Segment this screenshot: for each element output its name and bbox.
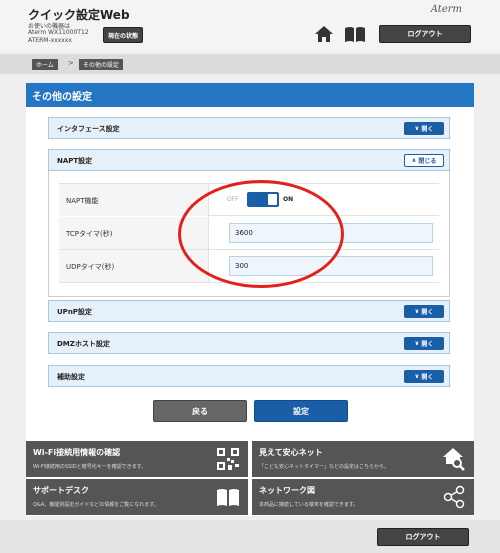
current-status-button[interactable]: 現在の状態 (103, 27, 143, 43)
home-icon[interactable] (314, 25, 334, 43)
open-upnp-button[interactable]: ∨ 開く (404, 305, 444, 318)
highlight-circle (178, 180, 344, 288)
udp-timer-label: UDPタイマ(秒) (66, 263, 115, 271)
chevron-up-icon: ∧ (411, 157, 417, 164)
home-search-icon (443, 448, 465, 471)
device-model: Aterm WX11000T12 (28, 29, 89, 36)
open-book-icon (217, 489, 239, 506)
section-aux-settings: 補助設定 ∨ 開く (48, 365, 450, 387)
section-label: インタフェース設定 (57, 125, 120, 133)
close-napt-button[interactable]: ∧ 閉じる (404, 154, 444, 167)
button-label: 開く (421, 341, 434, 348)
tile-desc: 「こども安心ネットタイマー」などの設定はこちらから。 (259, 464, 390, 470)
open-aux-button[interactable]: ∨ 開く (404, 370, 444, 383)
tile-title: Wi-Fi接続用情報の確認 (33, 448, 121, 457)
section-dmz-settings: DMZホスト設定 ∨ 開く (48, 332, 450, 354)
open-interface-button[interactable]: ∨ 開く (404, 122, 444, 135)
submit-button[interactable]: 設定 (254, 400, 348, 422)
breadcrumb-current: その他の設定 (79, 59, 124, 70)
tile-desc: Wi-Fi接続用のSSIDと暗号化キーを確認できます。 (33, 464, 147, 470)
tile-title: 見えて安心ネット (259, 448, 323, 457)
tile-mimamori-net[interactable]: 見えて安心ネット 「こども安心ネットタイマー」などの設定はこちらから。 (252, 441, 474, 477)
device-id: ATERM-xxxxxx (28, 37, 72, 44)
button-label: 開く (421, 374, 434, 381)
network-share-icon (443, 485, 465, 509)
tile-desc: Q&A、機能別設定ガイドなどの情報をご覧になれます。 (33, 502, 159, 508)
section-label: NAPT設定 (57, 157, 93, 165)
brand-logo: Aterm (430, 4, 462, 15)
qr-code-icon (217, 448, 239, 470)
open-dmz-button[interactable]: ∨ 開く (404, 337, 444, 350)
section-label: 補助設定 (57, 373, 85, 381)
tile-support-desk[interactable]: サポートデスク Q&A、機能別設定ガイドなどの情報をご覧になれます。 (26, 479, 248, 515)
tile-wifi-info[interactable]: Wi-Fi接続用情報の確認 Wi-Fi接続用のSSIDと暗号化キーを確認できます… (26, 441, 248, 477)
section-napt-settings: NAPT設定 ∧ 閉じる (48, 149, 450, 171)
back-button[interactable]: 戻る (153, 400, 247, 422)
page-title: その他の設定 (26, 83, 474, 107)
breadcrumb: ホーム > その他の設定 (0, 54, 500, 74)
button-label: 開く (421, 309, 434, 316)
breadcrumb-separator: > (68, 59, 74, 67)
footer: ログアウト (0, 520, 500, 553)
manual-book-icon[interactable] (344, 25, 366, 43)
button-label: 閉じる (418, 158, 437, 165)
footer-logout-button[interactable]: ログアウト (377, 528, 469, 546)
tile-desc: 本商品に接続している端末を確認できます。 (259, 502, 359, 508)
napt-function-label: NAPT機能 (66, 197, 99, 205)
tcp-timer-label: TCPタイマ(秒) (66, 230, 113, 238)
section-label: DMZホスト設定 (57, 340, 110, 348)
tile-network-map[interactable]: ネットワーク図 本商品に接続している端末を確認できます。 (252, 479, 474, 515)
section-label: UPnP設定 (57, 308, 92, 316)
chevron-down-icon: ∨ (414, 373, 420, 380)
chevron-down-icon: ∨ (414, 340, 420, 347)
header: クイック設定Web お使いの機器は Aterm WX11000T12 ATERM… (0, 0, 500, 52)
logout-button[interactable]: ログアウト (379, 25, 471, 43)
chevron-down-icon: ∨ (414, 125, 420, 132)
chevron-down-icon: ∨ (414, 308, 420, 315)
button-label: 開く (421, 126, 434, 133)
tile-title: ネットワーク図 (259, 486, 315, 495)
breadcrumb-home[interactable]: ホーム (32, 59, 58, 70)
section-upnp-settings: UPnP設定 ∨ 開く (48, 300, 450, 322)
tile-title: サポートデスク (33, 486, 89, 495)
section-interface-settings: インタフェース設定 ∨ 開く (48, 117, 450, 139)
